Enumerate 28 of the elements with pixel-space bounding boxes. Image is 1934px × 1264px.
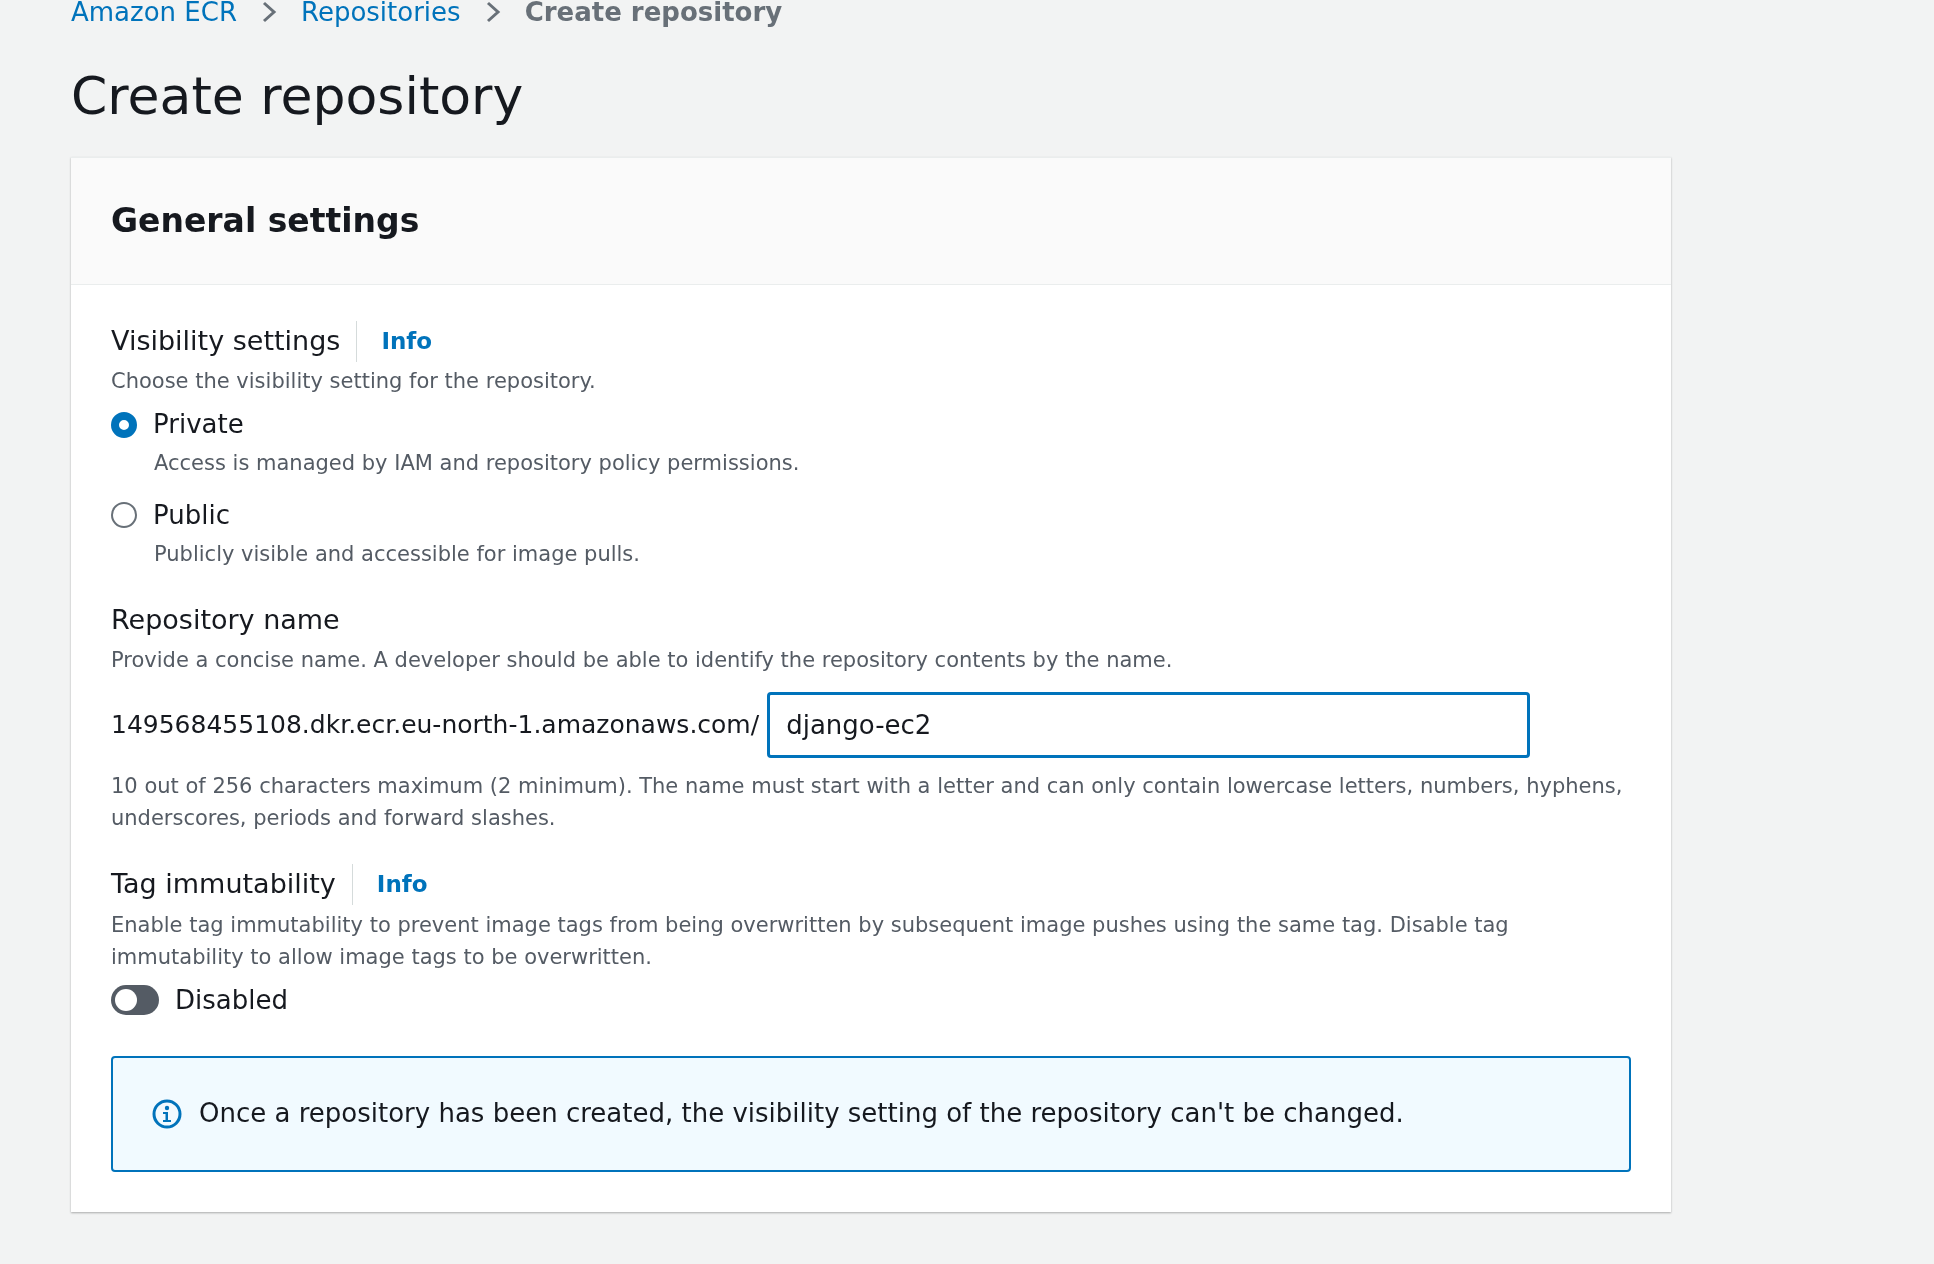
radio-label: Public <box>153 498 230 532</box>
radio-button[interactable] <box>111 411 137 438</box>
breadcrumb-link[interactable]: Repositories <box>301 0 461 25</box>
info-link[interactable]: Info <box>381 324 433 359</box>
breadcrumb-current: Create repository <box>524 0 783 25</box>
info-link[interactable]: Info <box>376 867 428 902</box>
option-description: Publicly visible and accessible for image pulls. <box>154 540 641 568</box>
field-description: Choose the visibility setting for the repository. <box>111 367 597 395</box>
breadcrumb-link[interactable]: Amazon ECR <box>71 0 237 25</box>
toggle-label: Disabled <box>175 983 288 1017</box>
toggle-switch[interactable] <box>111 985 159 1015</box>
chevron-right-icon <box>261 1 277 23</box>
field-label: Repository name <box>111 604 340 635</box>
page-title: Create repository <box>71 65 525 128</box>
info-icon <box>151 1097 183 1130</box>
field-label: Tag immutability <box>111 864 353 905</box>
radio-button[interactable] <box>111 502 137 528</box>
panel-title: General settings <box>111 200 420 243</box>
field-description: Provide a concise name. A developer should be able to identify the repository contents by the name. <box>111 646 1174 674</box>
field-label: Visibility settings <box>111 321 358 362</box>
radio-label: Private <box>153 408 244 441</box>
chevron-right-icon <box>484 1 501 23</box>
registry-prefix: 149568455108.dkr.ecr.eu-north-1.amazonaws.com/ <box>111 709 760 742</box>
alert-message: Once a repository has been created, the visibility setting of the repository can't be changed. <box>199 1097 1404 1130</box>
repository-name-field[interactable]: django-ec2 <box>767 692 1531 758</box>
field-description: Enable tag immutability to prevent image tags from being overwritten by subsequent image pushes using the same tag. Disable tag immutability to allow image tags to be overwritten. <box>111 911 1510 971</box>
field-hint: 10 out of 256 characters maximum (2 minimum). The name must start with a letter and can only contain lowercase letters, numbers, hyphens, underscores, periods and forward slashes. <box>111 773 1624 832</box>
option-description: Access is managed by IAM and repository policy permissions. <box>154 450 801 477</box>
